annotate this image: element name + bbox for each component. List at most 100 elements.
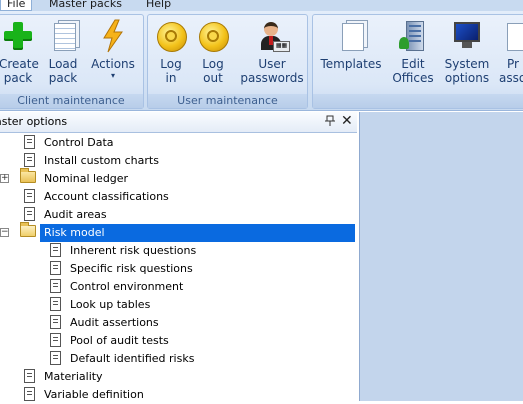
document-icon [50,261,61,275]
document-icon [24,189,35,203]
master-options-panel: aster options ✕ Control Data Install cus… [0,112,360,401]
log-out-label: Log [202,57,224,71]
ribbon-group-label: Client maintenance [0,94,143,108]
user-passwords-label-2: passwords [240,71,304,85]
expand-icon[interactable]: + [0,174,9,183]
log-in-label-2: in [165,71,177,85]
panel-title: aster options [0,115,68,128]
log-in-button[interactable]: Log in [154,19,188,85]
document-icon [24,207,35,221]
edit-offices-button[interactable]: Edit Offices [389,19,437,85]
document-icon [24,153,35,167]
tree-item-nominal-ledger[interactable]: + Nominal ledger [0,168,357,188]
tree-item-risk-model[interactable]: − Risk model [0,222,357,242]
edit-offices-label-2: Offices [392,71,434,85]
tree-item-label: Materiality [44,370,103,383]
document-icon [24,135,35,149]
partial-ribbon-button[interactable]: Pr assoc [499,19,523,85]
log-out-label-2: out [203,71,223,85]
log-out-icon [196,19,230,53]
system-options-label-2: options [444,71,490,85]
tree-item-audit-areas[interactable]: Audit areas [0,206,357,224]
load-pack-label: Load [48,57,78,71]
tree-item-label: Inherent risk questions [70,244,197,257]
tree-item-label: Audit assertions [70,316,159,329]
tree-item-label: Look up tables [70,298,151,311]
collapse-icon[interactable]: − [0,228,9,237]
open-folder-icon [20,222,36,237]
tree-item-label: Default identified risks [70,352,195,365]
document-icon [50,315,61,329]
tree-item-control-data[interactable]: Control Data [0,134,357,152]
tree-item-label: Account classifications [44,190,169,203]
create-pack-label: Create [0,57,39,71]
templates-label: Templates [320,57,382,71]
system-options-button[interactable]: System options [441,19,493,85]
tree-item-materiality[interactable]: Materiality [0,368,357,386]
actions-label: Actions [91,57,135,71]
tree-item-audit-assertions[interactable]: Audit assertions [0,314,357,332]
log-in-icon [154,19,188,53]
create-pack-button[interactable]: Create pack [0,19,39,85]
office-building-icon [396,19,430,53]
ribbon-group-settings: Templates Edit Offices System options Pr… [312,14,523,109]
tree-item-label: Audit areas [44,208,107,221]
tree-item-variable-definition[interactable]: Variable definition [0,386,357,404]
chevron-down-icon: ▾ [110,71,115,80]
tree-item-label: Install custom charts [44,154,159,167]
ribbon-group-client-maintenance: Create pack Load pack Actions ▾ Client m… [0,14,144,109]
create-pack-label-2: pack [3,71,33,85]
document-icon [507,19,523,53]
tree-item-look-up-tables[interactable]: Look up tables [0,296,357,314]
monitor-icon [450,19,484,53]
menu-tab-file[interactable]: File [0,0,33,11]
document-icon [24,369,35,383]
tree-item-pool-of-audit-tests[interactable]: Pool of audit tests [0,332,357,350]
templates-icon [334,19,368,53]
templates-button[interactable]: Templates [319,19,383,71]
document-icon [50,279,61,293]
user-passwords-button[interactable]: ▦▦ User passwords [240,19,304,85]
tree-item-default-identified-risks[interactable]: Default identified risks [0,350,357,368]
edit-offices-label: Edit [401,57,425,71]
folder-icon [20,168,36,183]
panel-header: aster options ✕ [0,112,357,133]
tree-item-inherent-risk-questions[interactable]: Inherent risk questions [0,242,357,260]
tree-item-control-environment[interactable]: Control environment [0,278,357,296]
document-icon [50,243,61,257]
ribbon: Create pack Load pack Actions ▾ Client m… [0,11,523,111]
ribbon-group-user-maintenance: Log in Log out ▦▦ User passwords User ma… [147,14,308,109]
lightning-icon [96,19,130,53]
load-pack-button[interactable]: Load pack [45,19,81,85]
document-icon [24,387,35,401]
pin-icon[interactable] [324,115,336,127]
log-out-button[interactable]: Log out [196,19,230,85]
system-options-label: System [444,57,490,71]
user-passwords-icon: ▦▦ [255,19,290,53]
tree-item-label: Control environment [70,280,184,293]
load-pack-label-2: pack [48,71,78,85]
tree-item-account-classifications[interactable]: Account classifications [0,188,357,206]
tree-item-install-custom-charts[interactable]: Install custom charts [0,152,357,170]
tree-item-label: Risk model [42,224,107,242]
ribbon-group-label: User maintenance [148,94,307,108]
actions-button[interactable]: Actions ▾ [89,19,137,81]
load-pack-icon [46,19,80,53]
tree-item-label: Specific risk questions [70,262,193,275]
menu-bar: File Master packs Help [0,0,523,11]
document-icon [50,297,61,311]
ribbon-group-label [313,94,523,108]
tree-item-specific-risk-questions[interactable]: Specific risk questions [0,260,357,278]
partial-label-2: assoc [499,71,523,85]
tree-item-label: Nominal ledger [44,172,129,185]
tree-item-label: Variable definition [44,388,144,401]
workspace-area [360,112,523,401]
menu-tab-master-packs[interactable]: Master packs [49,0,122,11]
tree-item-label: Control Data [44,136,114,149]
menu-tab-help[interactable]: Help [146,0,171,11]
close-icon[interactable]: ✕ [341,114,353,128]
tree-item-label: Pool of audit tests [70,334,169,347]
log-in-label: Log [160,57,182,71]
document-icon [50,351,61,365]
user-passwords-label: User [258,57,286,71]
